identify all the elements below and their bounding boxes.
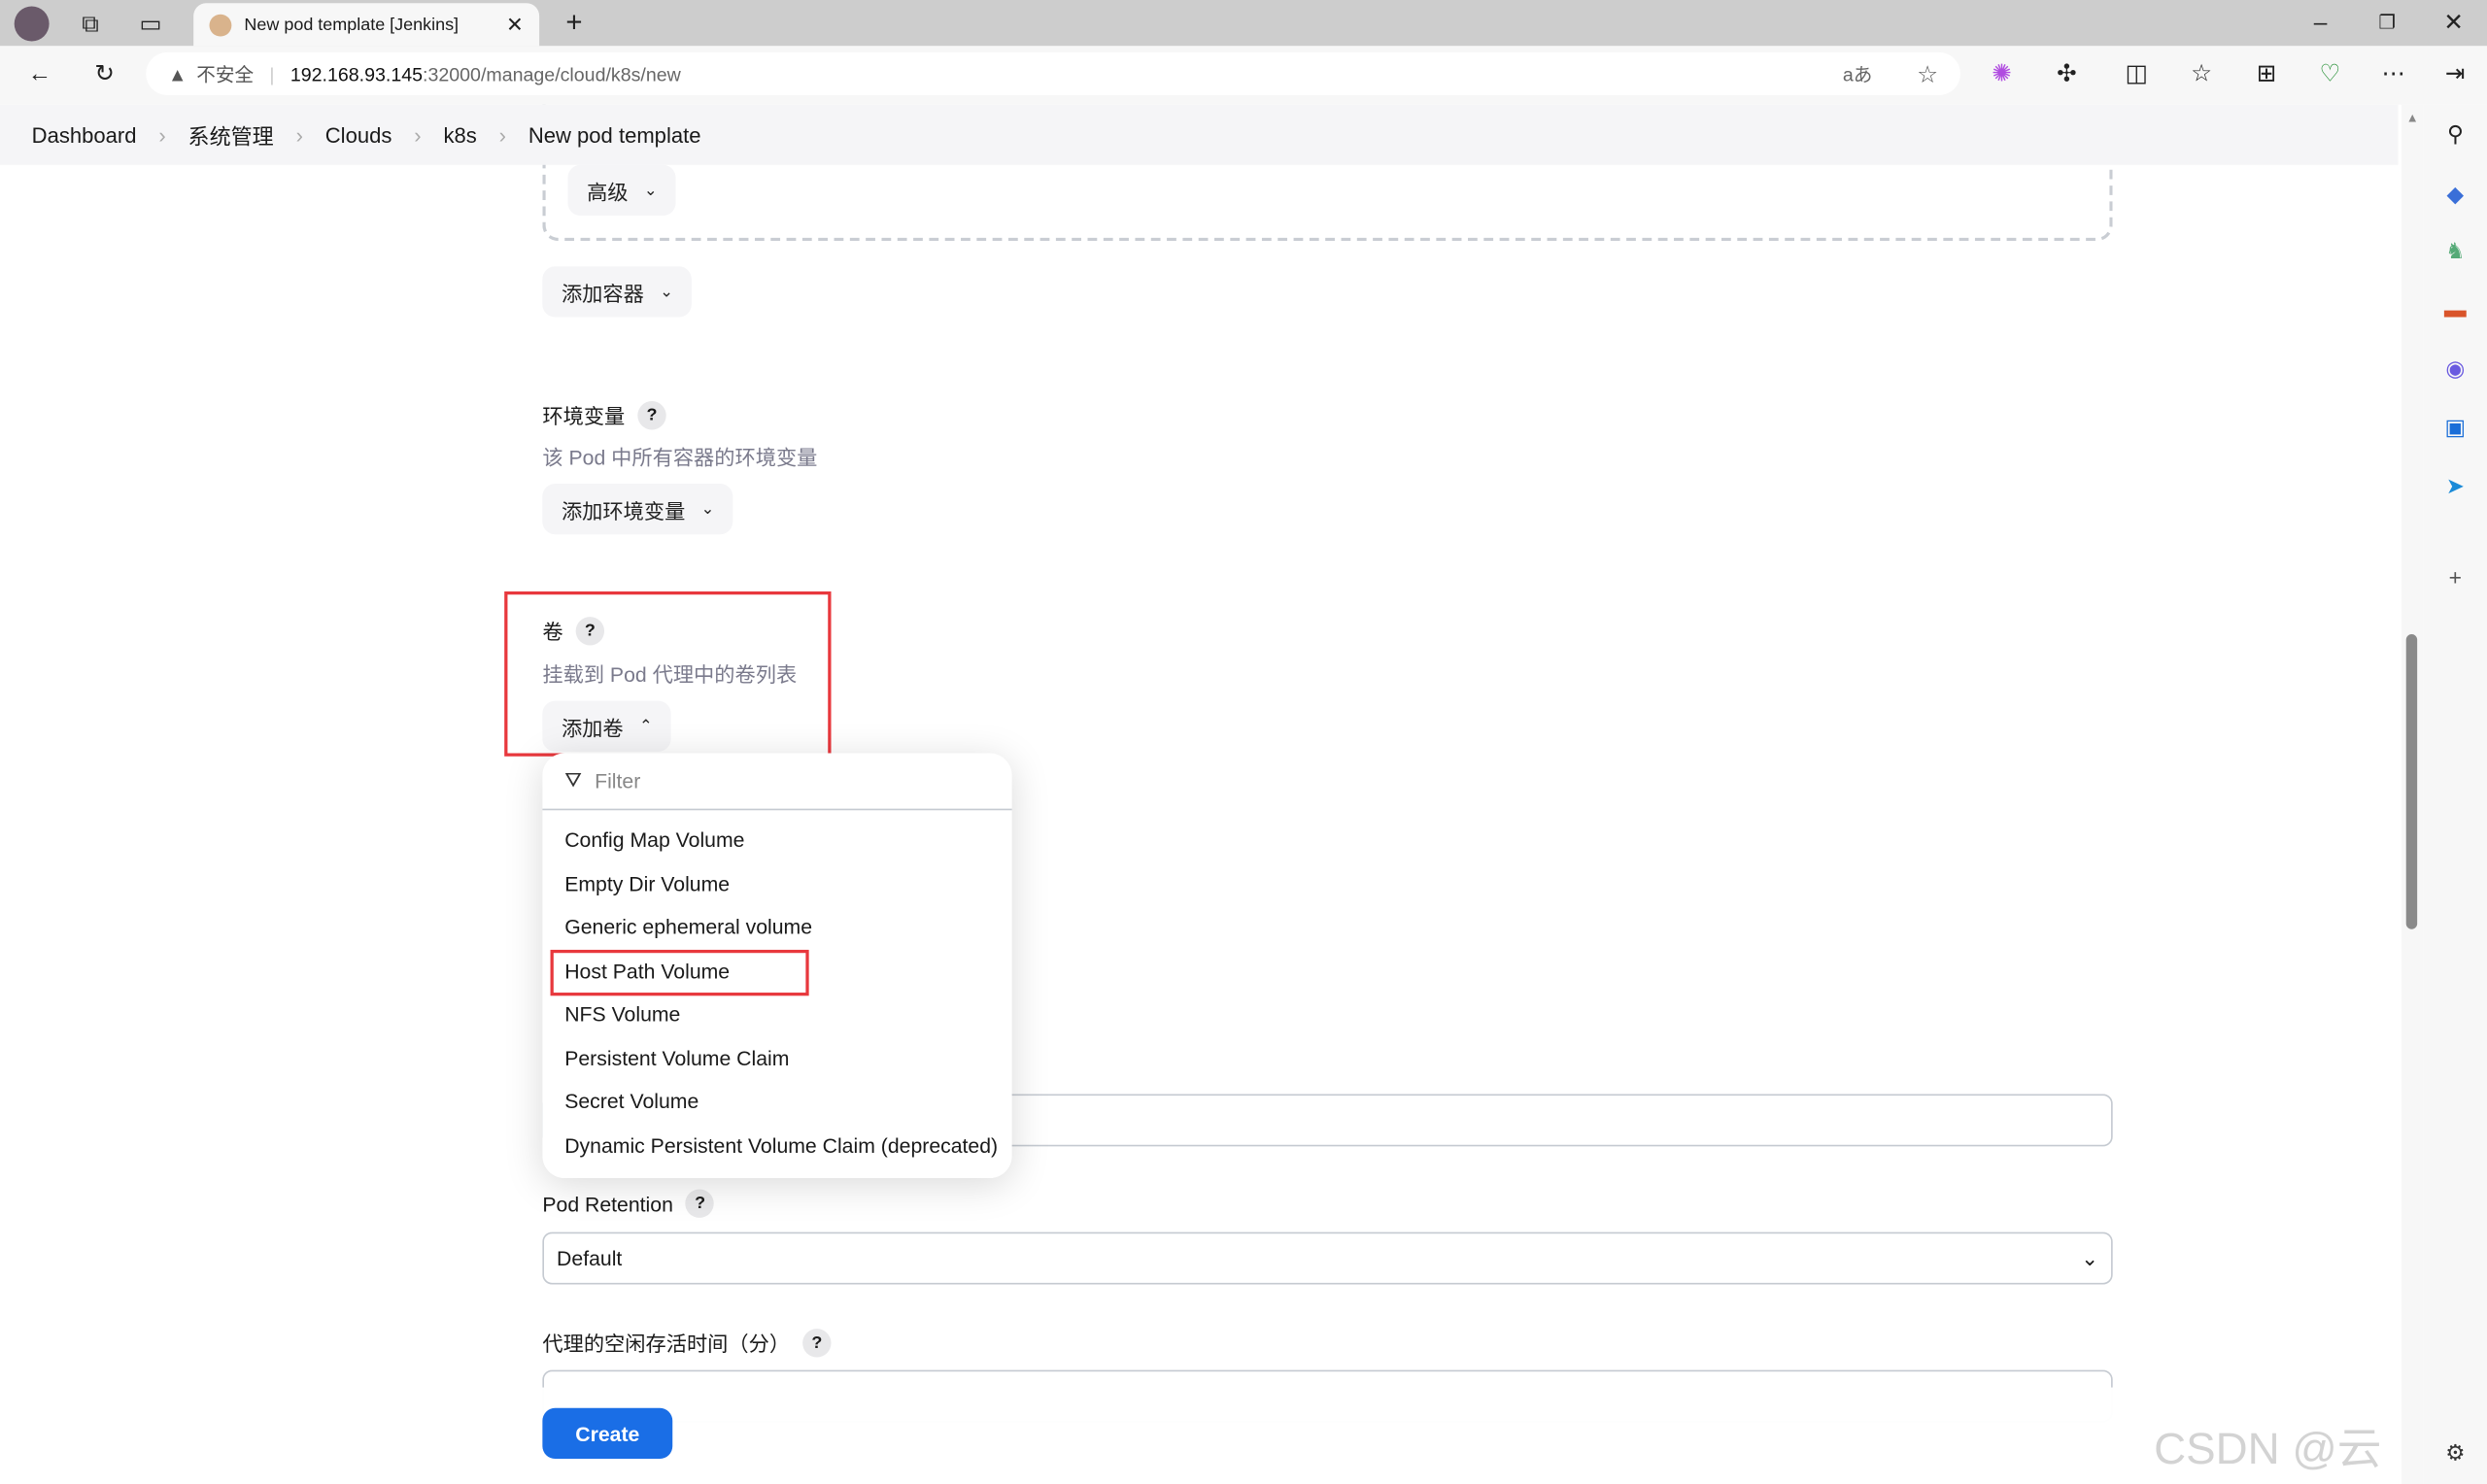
add-sidebar-app-icon[interactable]: + [2439,561,2471,593]
help-icon[interactable]: ? [575,616,605,645]
tab-title: New pod template [Jenkins] [244,15,460,35]
chevron-up-icon: ⌃ [638,717,653,735]
menu-item-config-map[interactable]: Config Map Volume [564,827,744,851]
help-icon[interactable]: ? [685,1189,715,1218]
profile-avatar[interactable] [14,6,50,42]
advanced-label: 高级 [587,180,629,204]
favorite-star-icon[interactable]: ☆ [1917,59,1938,88]
collections-icon[interactable]: ⊞ [2252,58,2280,87]
idle-minutes-label: 代理的空闲存活时间（分）? [542,1328,832,1358]
tools-icon[interactable]: ▬ [2439,293,2471,325]
shopping-tag-icon[interactable]: ◆ [2439,178,2471,210]
more-icon[interactable]: ⋯ [2379,58,2407,87]
split-screen-icon[interactable]: ◫ [2122,58,2150,87]
add-volume-label: 添加卷 [561,716,624,740]
breadcrumb-manage[interactable]: 系统管理 [188,118,274,151]
send-icon[interactable]: ➤ [2439,469,2471,501]
chevron-down-icon: ⌄ [2081,1245,2098,1269]
copilot-brain-icon[interactable]: ✺ [1988,58,2016,87]
close-tab-icon[interactable]: ✕ [506,12,524,37]
add-volume-menu: ⛛ Filter Config Map Volume Empty Dir Vol… [542,753,1012,1179]
tab-bar: ⧉ ▭ New pod template [Jenkins] ✕ + – ❐ ✕ [0,0,2487,47]
chevron-right-icon: › [295,122,303,148]
bottom-action-bar [0,1387,2399,1484]
menu-item-pvc[interactable]: Persistent Volume Claim [564,1047,789,1070]
csdn-watermark: CSDN @云教员 [2154,1424,2382,1473]
filter-input[interactable]: Filter [595,768,640,792]
games-icon[interactable]: ♞ [2439,235,2471,267]
browser-essentials-icon[interactable]: ♡ [2316,58,2344,87]
menu-item-secret[interactable]: Secret Volume [564,1090,698,1113]
chevron-down-icon: ⌄ [700,500,715,519]
scrollbar[interactable]: ▲ [2401,104,2424,1484]
outlook-icon[interactable]: ▣ [2439,411,2471,443]
add-container-label: 添加容器 [561,281,644,306]
url-host: 192.168.93.145 [290,62,424,85]
url-path: :32000/manage/cloud/k8s/new [423,62,681,85]
host-path-highlight-box [550,949,809,996]
menu-item-empty-dir[interactable]: Empty Dir Volume [564,872,730,895]
help-icon[interactable]: ? [637,400,666,429]
menu-item-nfs[interactable]: NFS Volume [564,1002,680,1026]
help-icon[interactable]: ? [802,1328,832,1357]
pod-retention-label: Pod Retention? [542,1189,715,1218]
close-window-icon[interactable]: ✕ [2441,8,2467,37]
favorites-icon[interactable]: ☆ [2187,58,2215,87]
advanced-button[interactable]: 高级 ⌄ [567,164,677,217]
volumes-description: 挂载到 Pod 代理中的卷列表 [542,662,798,687]
pod-retention-select[interactable]: Default ⌄ [542,1231,2113,1285]
menu-item-generic-ephemeral[interactable]: Generic ephemeral volume [564,915,812,938]
menu-item-dynamic-pvc[interactable]: Dynamic Persistent Volume Claim (depreca… [564,1133,998,1157]
chevron-right-icon: › [414,122,422,148]
page-content: 高级 ⌄ 添加容器 ⌄ 环境变量? 该 Pod 中所有容器的环境变量 添加环境变量 ⌄… [0,104,2399,1484]
search-icon[interactable]: ⚲ [2439,118,2471,150]
breadcrumb-dashboard[interactable]: Dashboard [32,123,137,147]
breadcrumb: Dashboard › 系统管理 › Clouds › k8s › New pod te… [0,104,2399,165]
scrollbar-thumb[interactable] [2405,634,2418,929]
breadcrumb-current: New pod template [528,122,701,148]
filter-row[interactable]: ⛛ Filter [564,767,640,793]
translate-icon[interactable]: aあ [1843,60,1873,87]
breadcrumb-k8s[interactable]: k8s [443,123,476,147]
scroll-up-icon[interactable]: ▲ [2406,111,2419,125]
restore-icon[interactable]: ❐ [2374,8,2400,36]
pod-retention-text: Pod Retention [542,1191,673,1216]
warning-icon: ▲ [168,62,187,85]
add-volume-button[interactable]: 添加卷 ⌃ [542,700,672,752]
extensions-icon[interactable]: ✣ [2053,58,2081,87]
idle-minutes-text: 代理的空闲存活时间（分） [542,1332,791,1356]
breadcrumb-clouds[interactable]: Clouds [325,123,392,147]
chevron-right-icon: › [498,122,506,148]
menu-divider [542,808,1012,811]
filter-icon: ⛛ [564,767,583,792]
env-vars-label: 环境变量? [542,399,666,429]
settings-gear-icon[interactable]: ⚙ [2439,1436,2471,1468]
new-tab-icon[interactable]: + [559,6,591,39]
sidebar-toggle-icon[interactable]: ⇥ [2441,58,2470,87]
security-warning: 不安全 [196,63,255,86]
volumes-label-text: 卷 [542,620,563,644]
volumes-label: 卷? [542,615,605,645]
minimize-icon[interactable]: – [2308,8,2334,36]
address-bar[interactable]: ▲ 不安全 | 192.168.93.145:32000/manage/clou… [146,51,1960,95]
add-env-var-button[interactable]: 添加环境变量 ⌄ [542,483,733,535]
chevron-down-icon: ⌄ [660,283,673,301]
back-icon[interactable]: ← [23,57,55,89]
vertical-tabs-icon[interactable]: ▭ [136,10,164,38]
edge-sidebar: ⚲ ◆ ♞ ▬ ◉ ▣ ➤ + ⚙ [2423,104,2487,1484]
add-container-button[interactable]: 添加容器 ⌄ [542,266,693,318]
copilot-icon[interactable]: ◉ [2439,352,2471,384]
chevron-right-icon: › [158,122,166,148]
env-vars-description: 该 Pod 中所有容器的环境变量 [542,445,818,470]
env-label-text: 环境变量 [542,404,626,428]
chevron-down-icon: ⌄ [643,181,658,199]
pod-retention-value: Default [557,1246,623,1270]
add-env-label: 添加环境变量 [561,498,686,523]
create-button[interactable]: Create [542,1407,673,1460]
workspaces-icon[interactable]: ⧉ [76,10,104,38]
reload-icon[interactable]: ↻ [88,57,120,89]
browser-tab[interactable]: New pod template [Jenkins] ✕ [193,3,540,47]
jenkins-favicon [209,13,232,36]
